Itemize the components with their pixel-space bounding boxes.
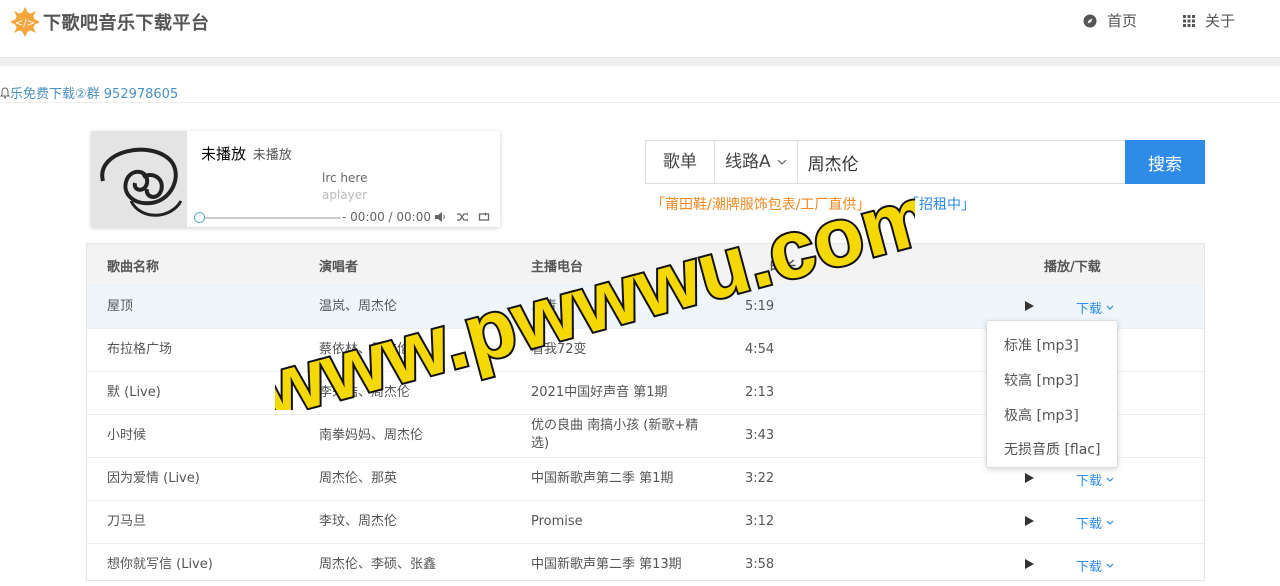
progress-handle[interactable] (194, 212, 205, 223)
quality-standard[interactable]: 标准 [mp3] (1004, 335, 1079, 355)
music-player: 未播放 未播放 lrc here aplayer - 00:00 / 00:00 (91, 131, 500, 227)
chevron-down-icon (1106, 305, 1114, 310)
duration: 3:12 (745, 514, 775, 529)
svg-text:</>: </> (15, 18, 35, 29)
search-type-label[interactable]: 歌单 (646, 141, 715, 183)
search-bar: 歌单 线路A 搜索 (645, 140, 1205, 184)
duration: 3:58 (745, 557, 775, 572)
notice-text: 乐免费下载②群 952978605 (10, 87, 179, 102)
download-button[interactable]: 下载 (1076, 298, 1114, 317)
artist-name: 温岚、周杰伦 (319, 299, 398, 314)
album-name: …青 (531, 299, 558, 314)
chevron-down-icon (1106, 563, 1114, 568)
download-quality-menu: 标准 [mp3] 较高 [mp3] 极高 [mp3] 无损音质 [flac] (986, 320, 1118, 468)
song-name: 屋顶 (107, 299, 134, 314)
quality-very-high[interactable]: 极高 [mp3] (1004, 405, 1079, 425)
download-label: 下载 (1076, 302, 1103, 317)
nav-home[interactable]: 首页 (1083, 10, 1137, 31)
table-header: 歌曲名称 演唱者 主播电台 时长 播放/下载 (87, 244, 1204, 285)
grid-icon (1183, 14, 1195, 27)
artist-name: 周杰伦、那英 (319, 471, 398, 486)
duration: 3:43 (745, 428, 775, 443)
song-title: 未播放 (201, 145, 247, 163)
play-icon[interactable] (1025, 301, 1034, 311)
notice-divider (0, 102, 1280, 103)
album-cover[interactable] (91, 131, 187, 227)
nav-about-label: 关于 (1205, 12, 1236, 30)
header-duration: 时长 (770, 260, 797, 275)
artist-name: 蔡依林、周杰伦 (319, 342, 411, 357)
progress-bar[interactable] (201, 217, 341, 219)
header-artist: 演唱者 (319, 260, 359, 275)
nav-home-label: 首页 (1107, 12, 1138, 30)
search-button[interactable]: 搜索 (1125, 140, 1205, 184)
song-name: 想你就写信 (Live) (107, 557, 213, 572)
ad-link-rent[interactable]: 「招租中」 (905, 194, 975, 214)
header-album: 主播电台 (531, 260, 584, 275)
bell-icon (0, 87, 11, 99)
header-play-download: 播放/下载 (1044, 260, 1101, 275)
quality-high[interactable]: 较高 [mp3] (1004, 370, 1079, 390)
song-artist: 未播放 (252, 148, 292, 163)
song-name: 小时候 (107, 428, 147, 443)
song-name: 默 (Live) (107, 385, 161, 400)
time-display: - 00:00 / 00:00 (342, 210, 431, 224)
download-label: 下载 (1076, 517, 1103, 532)
artist-name: 李荣浩、周杰伦 (319, 385, 411, 400)
notice-marquee[interactable]: 乐免费下载②群 952978605 (0, 83, 178, 102)
album-name: 优の良曲 南搞小孩 (新歌+精选) (531, 418, 699, 451)
duration: 3:22 (745, 471, 775, 486)
lyrics-line: lrc here (322, 171, 368, 185)
volume-icon[interactable] (434, 211, 446, 223)
song-name: 因为爱情 (Live) (107, 471, 200, 486)
artist-name: 周杰伦、李硕、张鑫 (319, 557, 437, 572)
album-name: Promise (531, 514, 583, 529)
site-title: 下歌吧音乐下载平台 (43, 13, 210, 34)
song-name: 刀马旦 (107, 514, 147, 529)
duration: 4:54 (745, 342, 775, 357)
table-row[interactable]: 刀马旦 李玟、周杰伦 Promise 3:12 下载 (87, 500, 1204, 543)
logo[interactable]: </> 下歌吧音乐下载平台 (10, 7, 210, 37)
artist-name: 李玟、周杰伦 (319, 514, 398, 529)
song-name: 布拉格广场 (107, 342, 173, 357)
download-label: 下载 (1076, 474, 1103, 489)
logo-sun-icon: </> (10, 7, 40, 37)
compass-icon (1083, 14, 1097, 27)
chevron-down-icon (1106, 520, 1114, 525)
quality-lossless[interactable]: 无损音质 [flac] (1004, 439, 1100, 459)
album-name: 中国新歌声第二季 第1期 (531, 471, 674, 486)
artist-name: 南拳妈妈、周杰伦 (319, 428, 424, 443)
route-select[interactable]: 线路A (715, 141, 798, 183)
chevron-down-icon (1106, 477, 1114, 482)
album-name: 2021中国好声音 第1期 (531, 385, 668, 400)
download-button[interactable]: 下载 (1076, 556, 1114, 575)
album-name: 看我72变 (531, 342, 587, 357)
top-header: </> 下歌吧音乐下载平台 首页 关于 (0, 0, 1280, 58)
download-button[interactable]: 下载 (1076, 513, 1114, 532)
download-label: 下载 (1076, 560, 1103, 575)
nav-about[interactable]: 关于 (1183, 10, 1235, 31)
lyrics-line-next: aplayer (322, 188, 368, 202)
duration: 2:13 (745, 385, 775, 400)
loop-icon[interactable] (478, 211, 490, 223)
play-icon[interactable] (1025, 559, 1034, 569)
shuffle-icon[interactable] (456, 211, 468, 223)
download-button[interactable]: 下载 (1076, 470, 1114, 489)
ad-link-shoes[interactable]: 「莆田鞋/潮牌服饰包表/工厂直供」 (651, 194, 870, 214)
album-name: 中国新歌声第二季 第13期 (531, 557, 682, 572)
player-title: 未播放 未播放 (201, 143, 292, 164)
play-icon[interactable] (1025, 473, 1034, 483)
duration: 5:19 (745, 299, 775, 314)
header-divider (0, 58, 1280, 66)
cover-logo-image (91, 131, 187, 227)
header-song: 歌曲名称 (107, 260, 160, 275)
chevron-down-icon (777, 159, 787, 165)
route-select-value: 线路A (725, 152, 771, 172)
search-input[interactable] (797, 141, 1125, 183)
table-row[interactable]: 想你就写信 (Live) 周杰伦、李硕、张鑫 中国新歌声第二季 第13期 3:5… (87, 543, 1204, 586)
play-icon[interactable] (1025, 516, 1034, 526)
